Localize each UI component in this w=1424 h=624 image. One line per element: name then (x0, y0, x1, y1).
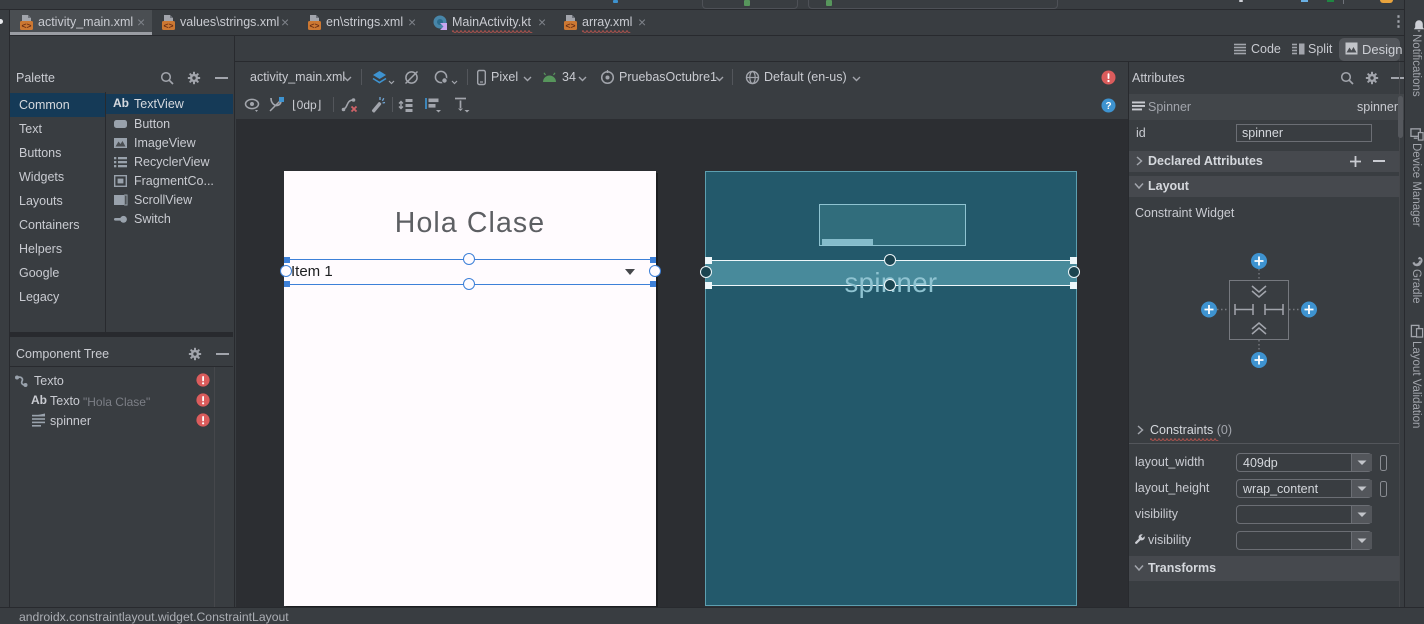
svg-text:?: ? (1105, 101, 1111, 112)
svg-text:<>: <> (164, 21, 174, 31)
svg-text:<>: <> (566, 21, 576, 31)
svg-text:<>: <> (310, 21, 320, 31)
svg-text:<>: <> (22, 21, 32, 31)
